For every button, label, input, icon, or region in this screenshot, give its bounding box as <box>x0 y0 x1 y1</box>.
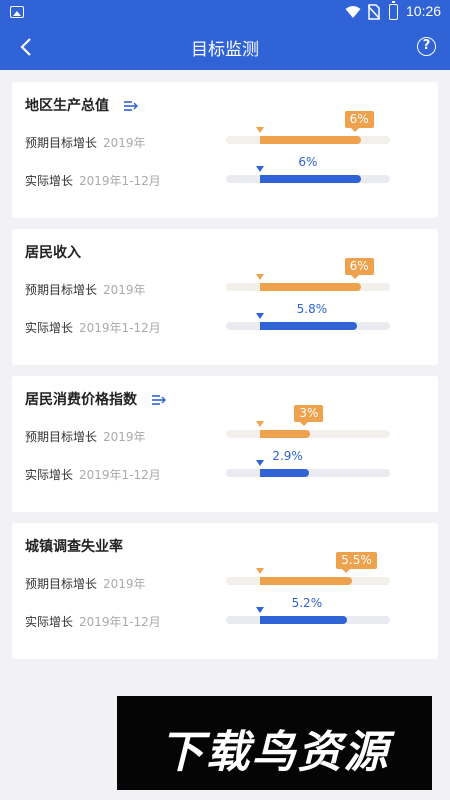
expected-baseline-marker-icon <box>256 127 264 133</box>
expected-baseline-marker-icon <box>256 274 264 280</box>
actual-growth-label: 实际增长 <box>25 174 74 188</box>
help-icon[interactable]: ? <box>417 37 436 56</box>
actual-baseline-marker-icon <box>256 460 264 466</box>
actual-baseline-marker-icon <box>256 166 264 172</box>
detail-list-icon[interactable] <box>123 100 138 112</box>
actual-growth-date: 2019年1-12月 <box>79 174 161 188</box>
no-sim-icon <box>368 4 380 20</box>
page-title: 目标监测 <box>191 40 259 60</box>
actual-growth-value: 6% <box>298 155 318 169</box>
expected-growth-track <box>226 430 390 438</box>
actual-growth-row: 实际增长 2019年1-12月 <box>25 466 161 483</box>
watermark-logo: 下载鸟资源 <box>117 696 432 790</box>
indicator-card[interactable]: 居民收入 预期目标增长 2019年 6% 实际增长 2019年1-12月 5.8% <box>12 229 438 365</box>
expected-growth-value: 5.5% <box>336 552 377 573</box>
indicator-title-text: 居民消费价格指数 <box>25 392 137 408</box>
actual-growth-track <box>226 469 390 477</box>
app-header: 目标监测 ? <box>0 24 450 70</box>
indicator-title-text: 城镇调查失业率 <box>25 539 123 555</box>
indicator-title-text: 地区生产总值 <box>25 98 109 114</box>
expected-baseline-marker-icon <box>256 421 264 427</box>
actual-growth-row: 实际增长 2019年1-12月 <box>25 319 161 336</box>
indicator-title-text: 居民收入 <box>25 245 81 261</box>
expected-baseline-marker-icon <box>256 568 264 574</box>
wifi-icon <box>345 6 361 18</box>
expected-growth-track <box>226 577 390 585</box>
actual-growth-track <box>226 616 390 624</box>
expected-growth-row: 预期目标增长 2019年 <box>25 575 146 592</box>
battery-icon <box>389 1 398 20</box>
actual-growth-label: 实际增长 <box>25 321 74 335</box>
expected-growth-bar <box>260 430 311 438</box>
actual-growth-track <box>226 322 390 330</box>
expected-growth-row: 预期目标增长 2019年 <box>25 428 146 445</box>
clock: 10:26 <box>406 3 442 19</box>
actual-growth-label: 实际增长 <box>25 615 74 629</box>
expected-growth-row: 预期目标增长 2019年 <box>25 134 146 151</box>
actual-growth-bar <box>260 322 358 330</box>
actual-baseline-marker-icon <box>256 313 264 319</box>
actual-growth-bar <box>260 469 309 477</box>
expected-growth-label: 预期目标增长 <box>25 136 98 150</box>
indicator-card[interactable]: 城镇调查失业率 预期目标增长 2019年 5.5% 实际增长 2019年1-12月 … <box>12 523 438 659</box>
actual-growth-date: 2019年1-12月 <box>79 468 161 482</box>
detail-list-icon[interactable] <box>151 394 166 406</box>
actual-growth-label: 实际增长 <box>25 468 74 482</box>
indicator-title: 居民收入 <box>25 242 81 262</box>
expected-growth-track <box>226 136 390 144</box>
indicator-title: 城镇调查失业率 <box>25 536 123 556</box>
indicator-title: 居民消费价格指数 <box>25 389 166 409</box>
expected-growth-bar <box>260 136 361 144</box>
expected-growth-date: 2019年 <box>103 430 146 444</box>
expected-growth-row: 预期目标增长 2019年 <box>25 281 146 298</box>
actual-growth-bar <box>260 616 348 624</box>
actual-growth-date: 2019年1-12月 <box>79 321 161 335</box>
expected-growth-value: 3% <box>294 405 324 426</box>
indicator-card[interactable]: 地区生产总值 预期目标增长 2019年 6% 实际增长 2019年1-12月 6% <box>12 82 438 218</box>
expected-growth-bar <box>260 283 361 291</box>
expected-growth-value: 6% <box>344 111 374 132</box>
expected-growth-label: 预期目标增长 <box>25 430 98 444</box>
actual-growth-value: 5.2% <box>291 596 323 610</box>
expected-growth-value: 6% <box>344 258 374 279</box>
expected-growth-label: 预期目标增长 <box>25 577 98 591</box>
actual-growth-bar <box>260 175 361 183</box>
indicator-title: 地区生产总值 <box>25 95 138 115</box>
expected-growth-label: 预期目标增长 <box>25 283 98 297</box>
actual-growth-date: 2019年1-12月 <box>79 615 161 629</box>
actual-growth-value: 5.8% <box>296 302 328 316</box>
status-bar: 10:26 <box>0 0 450 24</box>
expected-growth-date: 2019年 <box>103 136 146 150</box>
actual-growth-row: 实际增长 2019年1-12月 <box>25 613 161 630</box>
watermark-text: 下载鸟资源 <box>159 727 390 778</box>
image-notification-icon <box>10 6 24 18</box>
expected-growth-track <box>226 283 390 291</box>
indicator-card[interactable]: 居民消费价格指数 预期目标增长 2019年 3% 实际增长 2019年1-12月 2… <box>12 376 438 512</box>
actual-growth-track <box>226 175 390 183</box>
actual-growth-value: 2.9% <box>272 449 303 463</box>
actual-growth-row: 实际增长 2019年1-12月 <box>25 172 161 189</box>
expected-growth-date: 2019年 <box>103 577 146 591</box>
expected-growth-bar <box>260 577 353 585</box>
expected-growth-date: 2019年 <box>103 283 146 297</box>
actual-baseline-marker-icon <box>256 607 264 613</box>
